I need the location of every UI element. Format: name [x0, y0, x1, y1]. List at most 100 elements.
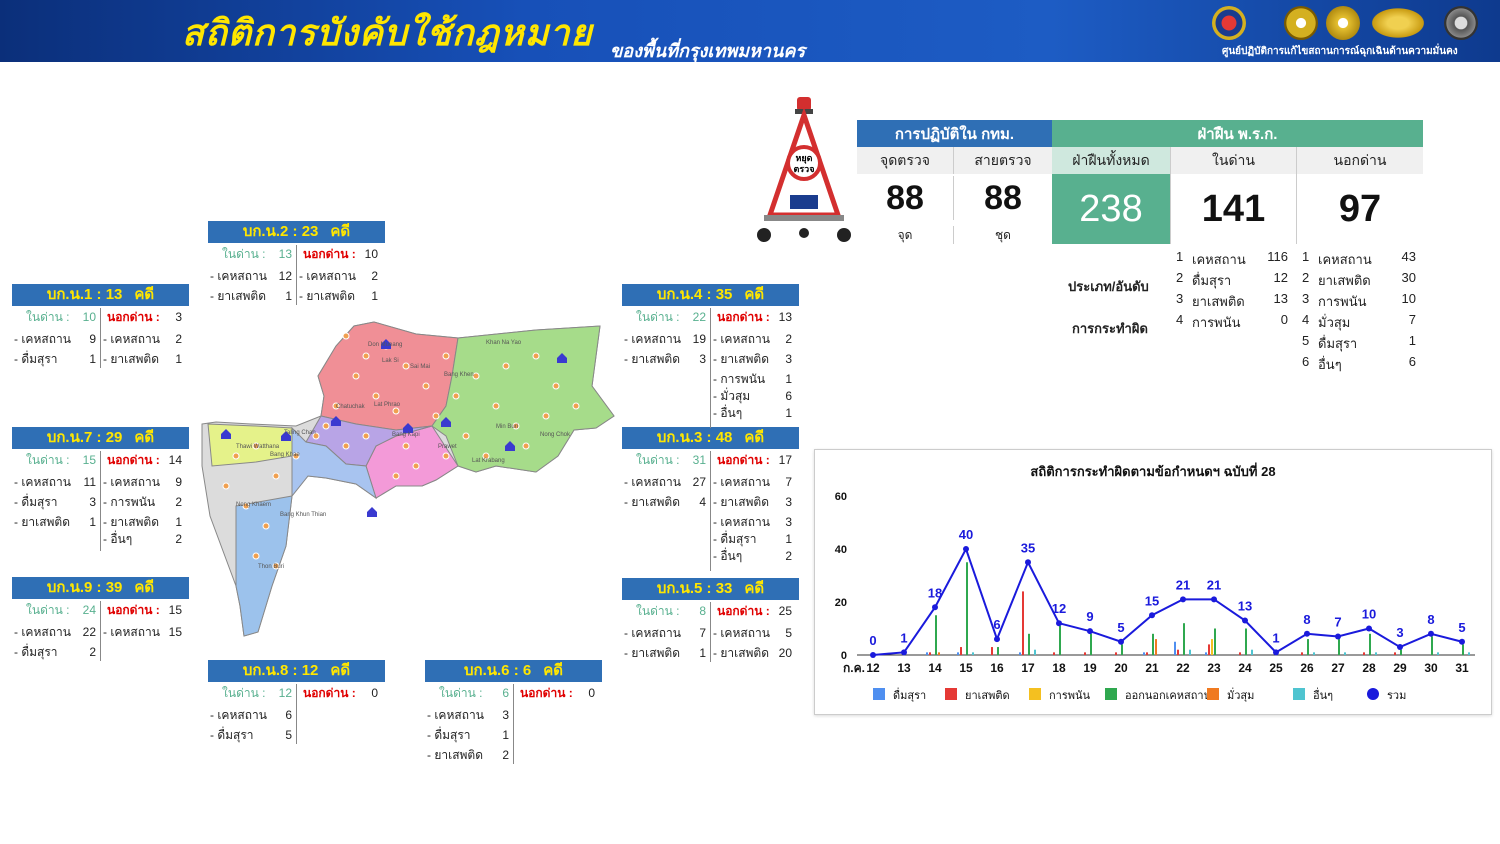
- in-item-value: 2: [502, 748, 509, 762]
- in-total: 15: [82, 453, 96, 467]
- total-point: [901, 649, 907, 656]
- total-data-label: 15: [1145, 593, 1159, 608]
- out-item-name: - ยาเสพติด: [299, 289, 356, 303]
- total-point: [1087, 628, 1093, 635]
- total-point: [1056, 620, 1062, 627]
- district-box-b3: บก.น.3 : 48 คดี ในด่าน :31 นอกด่าน :17- เคห…: [622, 427, 799, 577]
- in-item-name: - เคหสถาน: [14, 475, 71, 489]
- total-point: [1118, 638, 1124, 645]
- checkpoint-marker: [462, 432, 470, 440]
- in-item-value: 5: [285, 728, 292, 742]
- total-point: [932, 604, 938, 611]
- army-emblem-icon: [1284, 6, 1318, 40]
- bar-1: [929, 652, 931, 655]
- district-cases: 6: [522, 662, 532, 679]
- checkpoints-label: จุดตรวจ: [857, 147, 954, 174]
- legend-label: อื่นๆ: [1313, 687, 1333, 702]
- district-divider: [710, 451, 711, 571]
- in-item-value: 1: [89, 352, 96, 366]
- checkpoint-marker: [362, 352, 370, 360]
- patrols-value: 88: [984, 179, 1022, 217]
- map-area-label: Nong Chok: [540, 432, 571, 438]
- total-point: [1211, 596, 1217, 603]
- bar-1: [1146, 652, 1148, 655]
- total-data-label: 8: [1303, 612, 1310, 627]
- district-header: บก.น.5 : 33 คดี: [622, 578, 799, 600]
- in-item-value: 1: [502, 728, 509, 742]
- map-area-label: Prawet: [438, 444, 457, 450]
- inside-label: ในด่าน: [1170, 147, 1296, 174]
- district-sep: :: [702, 286, 716, 303]
- total-point: [963, 546, 969, 552]
- x-tick-label: 28: [1362, 661, 1376, 675]
- out-item-name: - อื่นๆ: [713, 549, 743, 563]
- district-case-unit: คดี: [134, 286, 155, 303]
- out-item-value: 3: [785, 352, 792, 366]
- legend-swatch: [873, 688, 885, 700]
- out-item-value: 2: [785, 549, 792, 563]
- out-item-value: 2: [785, 332, 792, 346]
- total-data-label: 13: [1238, 599, 1252, 614]
- x-tick-label: 29: [1393, 661, 1407, 675]
- district-name: บก.น.2: [242, 223, 289, 240]
- checkpoint-marker: [402, 442, 410, 450]
- district-case-unit: คดี: [744, 580, 765, 597]
- legend-swatch: [1029, 688, 1041, 700]
- out-item-value: 1: [175, 515, 182, 529]
- district-case-unit: คดี: [330, 223, 351, 240]
- category-inside-name: เคหสถาน: [1192, 252, 1246, 267]
- district-box-b6: บก.น.6 : 6 คดี ในด่าน :6 นอกด่าน :0- เคหสถา…: [425, 660, 602, 770]
- total-point: [1180, 596, 1186, 603]
- x-tick-label: 27: [1331, 661, 1345, 675]
- checkpoint-sign-icon: หยุด ตรวจ: [757, 97, 851, 242]
- district-cases: 23: [301, 223, 319, 240]
- bar-3: [1369, 633, 1371, 655]
- inside-value: 141: [1170, 174, 1296, 244]
- bar-3: [1307, 639, 1309, 655]
- map-area-label: Lak Si: [382, 358, 399, 364]
- district-case-unit: คดี: [543, 662, 563, 679]
- map-area-label: Bang Kapi: [392, 432, 420, 438]
- category-outside-name: อื่นๆ: [1318, 357, 1342, 372]
- category-outside-count: 1: [1408, 333, 1416, 348]
- category-outside-count: 43: [1401, 249, 1416, 264]
- in-item-value: 27: [692, 475, 706, 489]
- x-tick-label: 26: [1300, 661, 1314, 675]
- bar-3: [1152, 633, 1154, 655]
- checkpoint-marker: [222, 482, 230, 490]
- total-point: [1273, 649, 1279, 656]
- in-item-value: 7: [699, 626, 706, 640]
- total-point: [994, 636, 1000, 643]
- checkpoint-marker: [442, 352, 450, 360]
- checkpoint-marker: [552, 382, 560, 390]
- legend-swatch: [1293, 688, 1305, 700]
- violations-chart: สถิติการกระทำผิดตามข้อกำหนดฯ ฉบับที่ 28 …: [835, 462, 1475, 702]
- x-tick-label: 16: [990, 661, 1004, 675]
- district-cases: 35: [715, 286, 733, 303]
- district-divider: [296, 245, 297, 305]
- checkpoint-marker: [502, 362, 510, 370]
- legend-swatch: [1367, 688, 1379, 700]
- checkpoint-marker: [262, 522, 270, 530]
- svg-text:ตรวจ: ตรวจ: [793, 165, 814, 175]
- category-inside-count: 116: [1267, 249, 1288, 264]
- total-data-label: 1: [1272, 630, 1279, 645]
- svg-text:หยุด: หยุด: [795, 154, 812, 164]
- district-cases: 13: [105, 286, 123, 303]
- checkpoint-marker: [352, 372, 360, 380]
- out-item-value: 1: [785, 532, 792, 546]
- in-item-name: - ดื่มสุรา: [14, 352, 58, 366]
- outside-value: 97: [1296, 174, 1423, 244]
- district-box-b2: บก.น.2 : 23 คดี ในด่าน :13 นอกด่าน :10- เคห…: [208, 221, 385, 311]
- bar-5: [1251, 649, 1253, 655]
- district-box-b9: บก.น.9 : 39 คดี ในด่าน :24 นอกด่าน :15- เคห…: [12, 577, 189, 667]
- category-outside-name: ดื่มสุรา: [1318, 336, 1358, 351]
- legend-label: รวม: [1387, 690, 1406, 702]
- district-box-b5: บก.น.5 : 33 คดี ในด่าน :8 นอกด่าน :25- เคหส…: [622, 578, 799, 668]
- bar-1: [1115, 652, 1117, 655]
- bar-0: [1143, 652, 1145, 655]
- bar-5: [1189, 649, 1191, 655]
- bar-3: [1028, 633, 1030, 655]
- district-name: บก.น.8: [242, 662, 289, 679]
- y-tick-label: 40: [835, 544, 847, 556]
